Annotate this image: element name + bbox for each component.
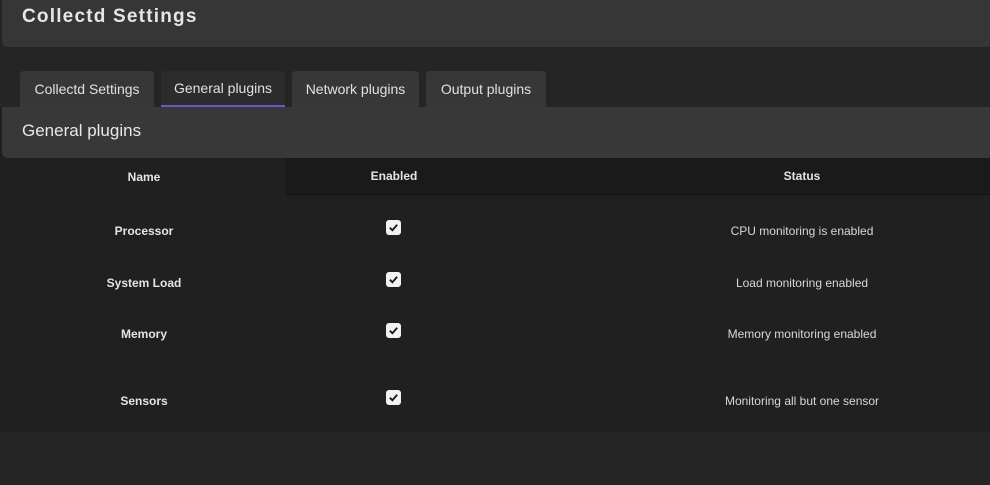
page-header: Collectd Settings [2,0,990,47]
tab-output-plugins[interactable]: Output plugins [426,71,546,107]
table-row: Sensors Monitoring all but one sensor [0,390,990,414]
plugin-status: Memory monitoring enabled [727,327,877,341]
plugin-status: Load monitoring enabled [735,276,869,290]
enabled-checkbox[interactable] [386,220,401,235]
table-row: Memory Memory monitoring enabled [0,323,990,347]
plugin-name: Processor [114,224,174,238]
plugin-status: Monitoring all but one sensor [724,394,880,408]
tab-general-plugins[interactable]: General plugins [161,71,285,107]
section-header: General plugins [2,107,990,158]
section-title: General plugins [22,121,142,140]
column-header-status[interactable]: Status [652,169,952,183]
enabled-checkbox[interactable] [386,390,401,405]
table-row: Processor CPU monitoring is enabled [0,220,990,244]
plugin-status: CPU monitoring is enabled [730,224,874,238]
page-title: Collectd Settings [22,6,198,27]
enabled-checkbox[interactable] [386,272,401,287]
enabled-checkbox[interactable] [386,323,401,338]
general-plugins-panel: General plugins Name Enabled Status Proc… [0,107,990,432]
checkmark-icon [389,276,398,284]
plugin-name: System Load [106,276,182,290]
plugin-name: Memory [120,327,167,341]
tab-network-plugins[interactable]: Network plugins [292,71,419,107]
checkmark-icon [389,394,398,402]
checkmark-icon [389,327,398,335]
column-header-name[interactable]: Name [44,170,244,184]
table-row: System Load Load monitoring enabled [0,272,990,296]
column-header-enabled[interactable]: Enabled [344,169,444,183]
tab-collectd-settings[interactable]: Collectd Settings [20,71,154,107]
checkmark-icon [389,224,398,232]
plugin-name: Sensors [120,394,168,408]
tab-bar: Collectd Settings General plugins Networ… [20,71,546,107]
